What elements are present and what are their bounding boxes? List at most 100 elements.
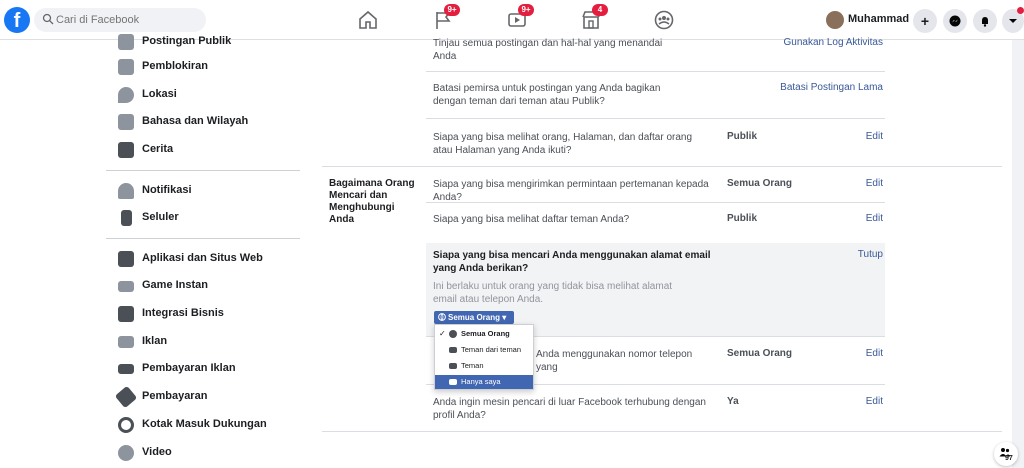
- option-label: Hanya saya: [461, 377, 501, 386]
- edit-link[interactable]: Edit: [832, 213, 883, 224]
- account-menu-button[interactable]: [1002, 7, 1024, 33]
- avatar: [826, 11, 844, 29]
- public-post-icon: [118, 34, 134, 50]
- sidebar-item-label: Game Instan: [142, 279, 209, 291]
- dropdown-value: Semua Orang ▾: [448, 313, 507, 322]
- option-label: Teman: [461, 361, 484, 370]
- sidebar-item-label: Pemblokiran: [142, 60, 209, 72]
- game-icon: [118, 281, 134, 292]
- sidebar-item-label: Video: [142, 446, 172, 458]
- close-link[interactable]: Tutup: [832, 249, 883, 260]
- globe-icon: [449, 330, 457, 338]
- home-icon[interactable]: [357, 9, 379, 31]
- sidebar-item-label: Kotak Masuk Dukungan: [142, 418, 267, 430]
- sidebar-item-label: Seluler: [142, 211, 179, 223]
- profile-name: Muhammad: [848, 13, 910, 25]
- setting-value: Semua Orang: [727, 348, 793, 359]
- language-icon: [118, 114, 134, 130]
- option-label: Teman dari teman: [461, 345, 522, 354]
- audience-dropdown-button[interactable]: Semua Orang ▾: [434, 311, 514, 324]
- messenger-icon: [949, 15, 961, 27]
- section-divider: [322, 166, 1002, 167]
- section-divider: [322, 431, 1002, 432]
- edit-link[interactable]: Edit: [832, 131, 883, 142]
- setting-question: Batasi pemirsa untuk postingan yang Anda…: [433, 83, 661, 107]
- support-inbox-icon: [118, 417, 134, 433]
- option-friends-of-friends[interactable]: Teman dari teman: [435, 343, 533, 357]
- sidebar-item-label: Bahasa dan Wilayah: [142, 115, 249, 127]
- setting-question: Tinjau semua postingan dan hal-hal yang …: [433, 38, 663, 62]
- contacts-bubble[interactable]: 97: [994, 442, 1018, 466]
- chevron-down-icon: [1009, 19, 1017, 23]
- sidebar-item-mobile[interactable]: Seluler: [118, 208, 298, 230]
- setting-value: Ya: [727, 396, 739, 407]
- sidebar-item-label: Notifikasi: [142, 184, 192, 196]
- messenger-button[interactable]: [943, 9, 967, 33]
- setting-question: Siapa yang bisa melihat daftar teman And…: [433, 214, 630, 225]
- row-divider: [426, 118, 885, 119]
- globe-icon: [438, 313, 446, 321]
- contacts-count: 97: [1005, 455, 1013, 462]
- sidebar-item-label: Aplikasi dan Situs Web: [142, 252, 263, 264]
- create-button[interactable]: +: [913, 9, 937, 33]
- sidebar-item-support-inbox[interactable]: Kotak Masuk Dukungan: [118, 415, 298, 437]
- settings-sidebar: Postingan Publik Pemblokiran Lokasi Baha…: [0, 34, 312, 468]
- story-icon: [118, 142, 134, 158]
- option-only-me[interactable]: Hanya saya: [435, 375, 533, 389]
- sidebar-item-label: Integrasi Bisnis: [142, 307, 224, 319]
- setting-question: Siapa yang bisa mengirimkan permintaan p…: [433, 179, 709, 203]
- sidebar-item-video[interactable]: Video: [118, 443, 298, 465]
- sidebar-item-apps[interactable]: Aplikasi dan Situs Web: [118, 249, 298, 271]
- sidebar-item-payments[interactable]: Pembayaran: [114, 385, 298, 409]
- sidebar-item-business-integrations[interactable]: Integrasi Bisnis: [118, 304, 298, 326]
- option-label: Semua Orang: [461, 329, 510, 338]
- sidebar-item-public-posts[interactable]: Postingan Publik: [118, 32, 298, 54]
- watch-badge: 9+: [518, 4, 534, 16]
- marketplace-icon[interactable]: 4: [580, 4, 608, 31]
- sidebar-item-label: Pembayaran: [142, 390, 208, 402]
- friends-icon: [449, 363, 457, 369]
- search-icon: [42, 13, 54, 25]
- bell-icon: [118, 183, 134, 199]
- sidebar-item-blocking[interactable]: Pemblokiran: [118, 57, 298, 79]
- row-divider: [426, 202, 885, 203]
- edit-link[interactable]: Edit: [832, 178, 883, 189]
- sidebar-item-ads[interactable]: Iklan: [118, 332, 298, 354]
- edit-link[interactable]: Edit: [832, 348, 883, 359]
- edit-link[interactable]: Edit: [832, 396, 883, 407]
- apps-icon: [118, 251, 134, 267]
- sidebar-item-instant-games[interactable]: Game Instan: [118, 276, 298, 298]
- sidebar-item-language[interactable]: Bahasa dan Wilayah: [118, 112, 298, 134]
- notification-dot: [1017, 7, 1024, 14]
- location-icon: [118, 87, 134, 103]
- search-box[interactable]: [34, 8, 206, 32]
- sidebar-item-label: Pembayaran Iklan: [142, 362, 236, 374]
- setting-question: Siapa yang bisa melihat orang, Halaman, …: [433, 132, 693, 156]
- limit-past-posts-link[interactable]: Batasi Postingan Lama: [752, 82, 883, 93]
- sidebar-divider: [106, 238, 300, 239]
- sidebar-item-stories[interactable]: Cerita: [118, 140, 298, 162]
- sidebar-item-notifications[interactable]: Notifikasi: [118, 181, 298, 203]
- groups-icon[interactable]: [653, 9, 675, 31]
- business-icon: [118, 306, 134, 322]
- expanded-question: Siapa yang bisa mencari Anda menggunakan…: [433, 250, 711, 274]
- option-friends[interactable]: Teman: [435, 359, 533, 373]
- lock-icon: [449, 379, 457, 385]
- row-divider: [426, 71, 885, 72]
- search-input[interactable]: [56, 8, 202, 32]
- notifications-button[interactable]: [973, 9, 997, 33]
- setting-value: Publik: [727, 131, 758, 142]
- option-everyone[interactable]: ✓ Semua Orang: [435, 327, 533, 341]
- expanded-note: Ini berlaku untuk orang yang tidak bisa …: [433, 281, 673, 305]
- facebook-logo[interactable]: f: [4, 7, 30, 33]
- use-activity-log-link[interactable]: Gunakan Log Aktivitas: [752, 37, 883, 48]
- sidebar-item-ad-payments[interactable]: Pembayaran Iklan: [118, 359, 298, 381]
- sidebar-item-location[interactable]: Lokasi: [118, 85, 298, 107]
- marketplace-badge: 4: [592, 4, 608, 16]
- flag-badge: 9+: [444, 4, 460, 16]
- ads-icon: [118, 336, 134, 348]
- flag-icon[interactable]: 9+: [432, 4, 460, 31]
- bell-icon: [982, 17, 988, 27]
- watch-icon[interactable]: 9+: [506, 4, 534, 31]
- setting-question: Anda menggunakan nomor telepon yang: [536, 349, 693, 373]
